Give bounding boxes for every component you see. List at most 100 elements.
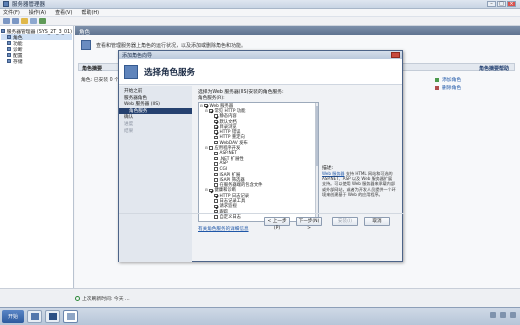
wizard-steps: 开始之前 服务器角色 Web 服务器 (IIS) 角色服务 确认 进度 结果: [119, 86, 192, 262]
minimize-button[interactable]: –: [487, 1, 496, 7]
service-checkbox[interactable]: [214, 119, 218, 124]
expander-icon[interactable]: ⊟: [205, 146, 208, 150]
service-checkbox[interactable]: [214, 156, 218, 161]
title-bar: 服务器管理器 – □ ×: [0, 0, 520, 9]
service-checkbox[interactable]: [214, 135, 218, 140]
service-checkbox[interactable]: [209, 146, 213, 150]
services-intro: 选择为Web 服务器(IIS)安装的角色服务:: [198, 90, 284, 95]
more-info-link[interactable]: 有关角色服务的详细信息: [198, 226, 249, 232]
wizard-title: 添加角色向导: [122, 53, 153, 59]
service-checkbox[interactable]: [214, 151, 218, 156]
remove-roles-link[interactable]: 删除角色: [435, 84, 461, 91]
tree-item-storage[interactable]: 存储: [1, 58, 72, 65]
menu-help[interactable]: 帮助(H): [81, 9, 99, 16]
role-services-icon: [124, 64, 138, 79]
services-scrollbar[interactable]: [315, 103, 318, 221]
next-button[interactable]: 下一步(N) >: [296, 217, 322, 231]
role-services-list[interactable]: ⊟ Web 服务器 ⊟ 常见 HTTP 功能 静态内容 默认文档 目录浏览 HTTP 错误 HT…: [198, 102, 319, 222]
folder-icon[interactable]: [21, 18, 28, 24]
menu-file[interactable]: 文件(F): [3, 9, 20, 16]
wizard-header: 选择角色服务: [119, 59, 402, 85]
wizard-close-button[interactable]: [391, 52, 400, 58]
back-icon[interactable]: [3, 18, 10, 24]
description-title: 描述:: [322, 166, 334, 171]
refresh-status[interactable]: 上次刷新时间: 今天 ...: [75, 295, 130, 302]
wizard-step[interactable]: 确认: [119, 114, 192, 121]
service-checkbox[interactable]: [214, 130, 218, 134]
close-button[interactable]: ×: [507, 1, 516, 7]
service-checkbox[interactable]: [214, 193, 218, 198]
service-label: ASP: [219, 161, 228, 167]
wizard-step[interactable]: 角色服务: [119, 107, 192, 115]
content-header: 角色: [75, 26, 520, 36]
toolbar: [0, 17, 520, 26]
wizard-step[interactable]: 进度: [119, 121, 192, 128]
taskbar-powershell[interactable]: [45, 310, 60, 323]
wizard-step[interactable]: 结果: [119, 128, 192, 135]
status-strip: 上次刷新时间: 今天 ...: [0, 288, 520, 307]
remove-roles-icon: [435, 85, 439, 90]
refresh-icon: [75, 296, 80, 301]
service-checkbox[interactable]: [214, 183, 218, 187]
features-icon: [7, 41, 11, 45]
service-checkbox[interactable]: [214, 199, 218, 203]
expander-icon[interactable]: ⊟: [205, 188, 208, 192]
roles-icon: [7, 35, 11, 39]
service-checkbox[interactable]: [214, 178, 218, 182]
taskbar-wizard[interactable]: [63, 310, 78, 323]
service-checkbox[interactable]: [214, 162, 218, 166]
role-services-rows: ⊟ Web 服务器 ⊟ 常见 HTTP 功能 静态内容 默认文档 目录浏览 HTTP 错误 HT…: [199, 103, 318, 220]
roles-large-icon: [81, 40, 91, 50]
help-icon[interactable]: [39, 18, 46, 24]
add-roles-link[interactable]: 添加角色: [435, 76, 461, 83]
server-manager-icon: [3, 1, 9, 7]
wizard-step[interactable]: 开始之前: [119, 88, 192, 95]
wizard-step[interactable]: 服务器角色: [119, 95, 192, 102]
expander-icon[interactable]: ⊟: [200, 104, 203, 108]
wizard-buttons: < 上一步(P) 下一步(N) > 安装(I) 取消: [119, 213, 404, 231]
navigation-tree: 服务器管理器 (SYS_2T_3_01) 角色 功能 诊断 配置 存储: [0, 26, 74, 288]
flag-icon[interactable]: [510, 312, 516, 318]
server-manager-icon: [30, 313, 39, 320]
storage-icon: [7, 59, 11, 63]
previous-button[interactable]: < 上一步(P): [264, 217, 290, 231]
system-tray: [486, 312, 516, 318]
service-checkbox[interactable]: [214, 114, 218, 118]
forward-icon[interactable]: [12, 18, 19, 24]
volume-icon[interactable]: [500, 312, 506, 318]
scrollbar-thumb[interactable]: [316, 106, 318, 166]
service-checkbox[interactable]: [214, 167, 218, 171]
wizard-step[interactable]: Web 服务器 (IIS): [119, 101, 192, 108]
server-icon: [1, 29, 5, 33]
wizard-title-bar: 添加角色向导: [119, 51, 402, 59]
menu-action[interactable]: 操作(A): [29, 9, 46, 16]
service-checkbox[interactable]: [209, 109, 213, 113]
wizard-icon: [66, 313, 75, 320]
service-checkbox[interactable]: [214, 125, 218, 129]
service-checkbox[interactable]: [204, 103, 208, 108]
network-icon[interactable]: [490, 312, 496, 318]
configuration-icon: [7, 53, 11, 57]
maximize-button[interactable]: □: [497, 1, 506, 7]
service-checkbox[interactable]: [214, 204, 218, 209]
start-button[interactable]: 开始: [2, 310, 24, 323]
properties-icon[interactable]: [30, 18, 37, 24]
menu-bar: 文件(F) 操作(A) 查看(V) 帮助(H): [0, 9, 520, 17]
service-checkbox[interactable]: [209, 188, 213, 193]
window-title: 服务器管理器: [12, 2, 46, 8]
service-checkbox[interactable]: [214, 140, 218, 145]
tree-item-server-manager[interactable]: 服务器管理器 (SYS_2T_3_01): [1, 28, 72, 35]
cancel-button[interactable]: 取消: [364, 217, 390, 226]
description-text: Web 服务器 支持 HTML 网站和可选的 ASP.NET、ASP 以及 We…: [322, 171, 396, 197]
services-label: 角色服务(R):: [198, 96, 225, 101]
expander-icon[interactable]: ⊟: [205, 109, 208, 113]
wizard-main: 选择为Web 服务器(IIS)安装的角色服务: 角色服务(R): ⊟ Web 服务…: [198, 86, 398, 262]
powershell-icon: [48, 313, 57, 320]
service-checkbox[interactable]: [214, 172, 218, 177]
install-button[interactable]: 安装(I): [332, 217, 358, 226]
add-roles-wizard: 添加角色向导 选择角色服务 开始之前 服务器角色 Web 服务器 (IIS) 角色服务…: [118, 50, 404, 262]
diagnostics-icon: [7, 47, 11, 51]
taskbar-server-manager[interactable]: [27, 310, 42, 323]
menu-view[interactable]: 查看(V): [55, 9, 72, 16]
summary-help-link[interactable]: 角色摘要帮助: [479, 65, 509, 72]
